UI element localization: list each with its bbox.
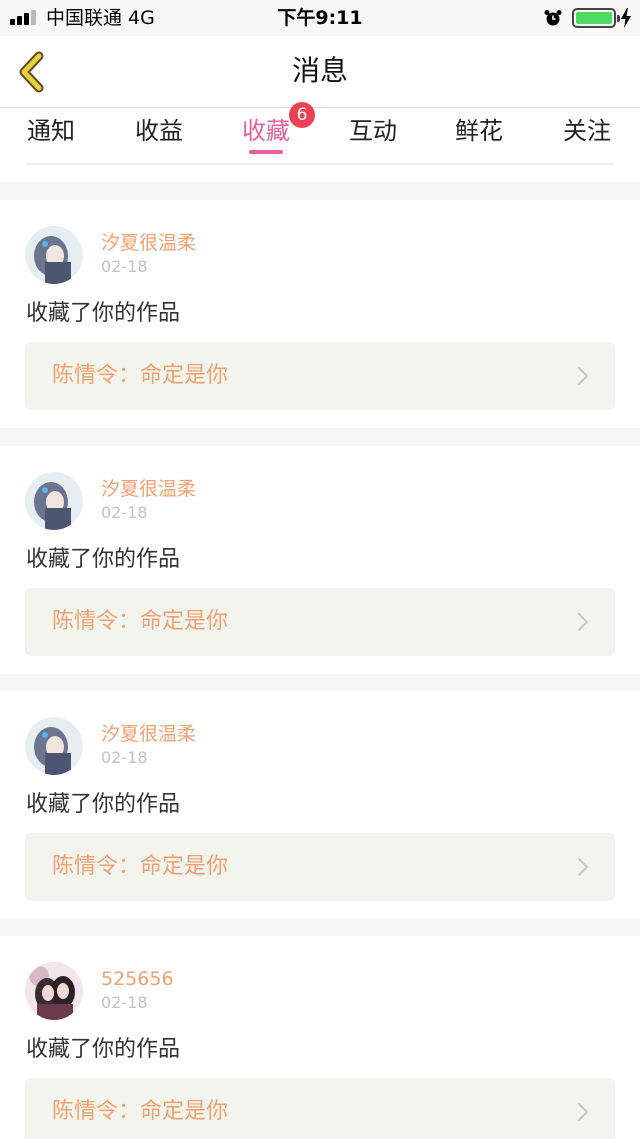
list-item: 525656 02-18 收藏了你的作品 陈情令：命定是你 <box>0 936 640 1139</box>
chevron-right-icon <box>578 1103 589 1121</box>
username[interactable]: 525656 <box>101 966 174 992</box>
timestamp: 02-18 <box>101 993 148 1012</box>
section-gap <box>0 428 640 446</box>
unread-badge: 6 <box>289 102 315 128</box>
charging-icon <box>621 8 631 28</box>
timestamp: 02-18 <box>101 748 148 767</box>
work-link[interactable]: 陈情令：命定是你 <box>25 833 615 901</box>
tab-bar: 通知 收益 收藏 互动 鲜花 关注 <box>0 109 640 164</box>
username[interactable]: 汐夏很温柔 <box>101 721 196 747</box>
status-bar: 中国联通 4G 下午9:11 <box>0 0 640 36</box>
timestamp: 02-18 <box>101 503 148 522</box>
section-gap <box>0 182 640 200</box>
chevron-right-icon <box>578 858 589 876</box>
work-title: 陈情令：命定是你 <box>52 609 229 634</box>
tab-earnings[interactable]: 收益 <box>124 115 194 159</box>
avatar[interactable] <box>25 226 83 284</box>
chevron-right-icon <box>578 367 589 385</box>
section-gap <box>0 918 640 936</box>
page-title: 消息 <box>291 54 348 87</box>
work-title: 陈情令：命定是你 <box>52 854 229 879</box>
tab-flowers[interactable]: 鲜花 <box>444 115 514 159</box>
work-title: 陈情令：命定是你 <box>52 363 229 388</box>
nav-bar: 消息 <box>0 36 640 108</box>
avatar[interactable] <box>25 472 83 530</box>
action-text: 收藏了你的作品 <box>26 547 181 572</box>
username[interactable]: 汐夏很温柔 <box>101 230 196 256</box>
action-text: 收藏了你的作品 <box>26 792 181 817</box>
action-text: 收藏了你的作品 <box>26 301 181 326</box>
action-text: 收藏了你的作品 <box>26 1037 181 1062</box>
avatar[interactable] <box>25 717 83 775</box>
alarm-icon <box>544 10 562 26</box>
active-tab-indicator <box>249 150 283 154</box>
list-item: 汐夏很温柔 02-18 收藏了你的作品 陈情令：命定是你 <box>0 691 640 919</box>
tabs-divider <box>26 163 614 165</box>
section-gap <box>0 673 640 691</box>
work-link[interactable]: 陈情令：命定是你 <box>25 1078 615 1139</box>
work-title: 陈情令：命定是你 <box>52 1099 229 1124</box>
username[interactable]: 汐夏很温柔 <box>101 476 196 502</box>
avatar[interactable] <box>25 962 83 1020</box>
tab-notifications[interactable]: 通知 <box>16 115 86 159</box>
timestamp: 02-18 <box>101 257 148 276</box>
tab-follows[interactable]: 关注 <box>552 115 622 159</box>
battery-icon <box>572 8 620 28</box>
chevron-right-icon <box>578 613 589 631</box>
list-item: 汐夏很温柔 02-18 收藏了你的作品 陈情令：命定是你 <box>0 200 640 428</box>
tab-interactions[interactable]: 互动 <box>338 115 408 159</box>
work-link[interactable]: 陈情令：命定是你 <box>25 588 615 656</box>
list-item: 汐夏很温柔 02-18 收藏了你的作品 陈情令：命定是你 <box>0 446 640 674</box>
work-link[interactable]: 陈情令：命定是你 <box>25 342 615 410</box>
